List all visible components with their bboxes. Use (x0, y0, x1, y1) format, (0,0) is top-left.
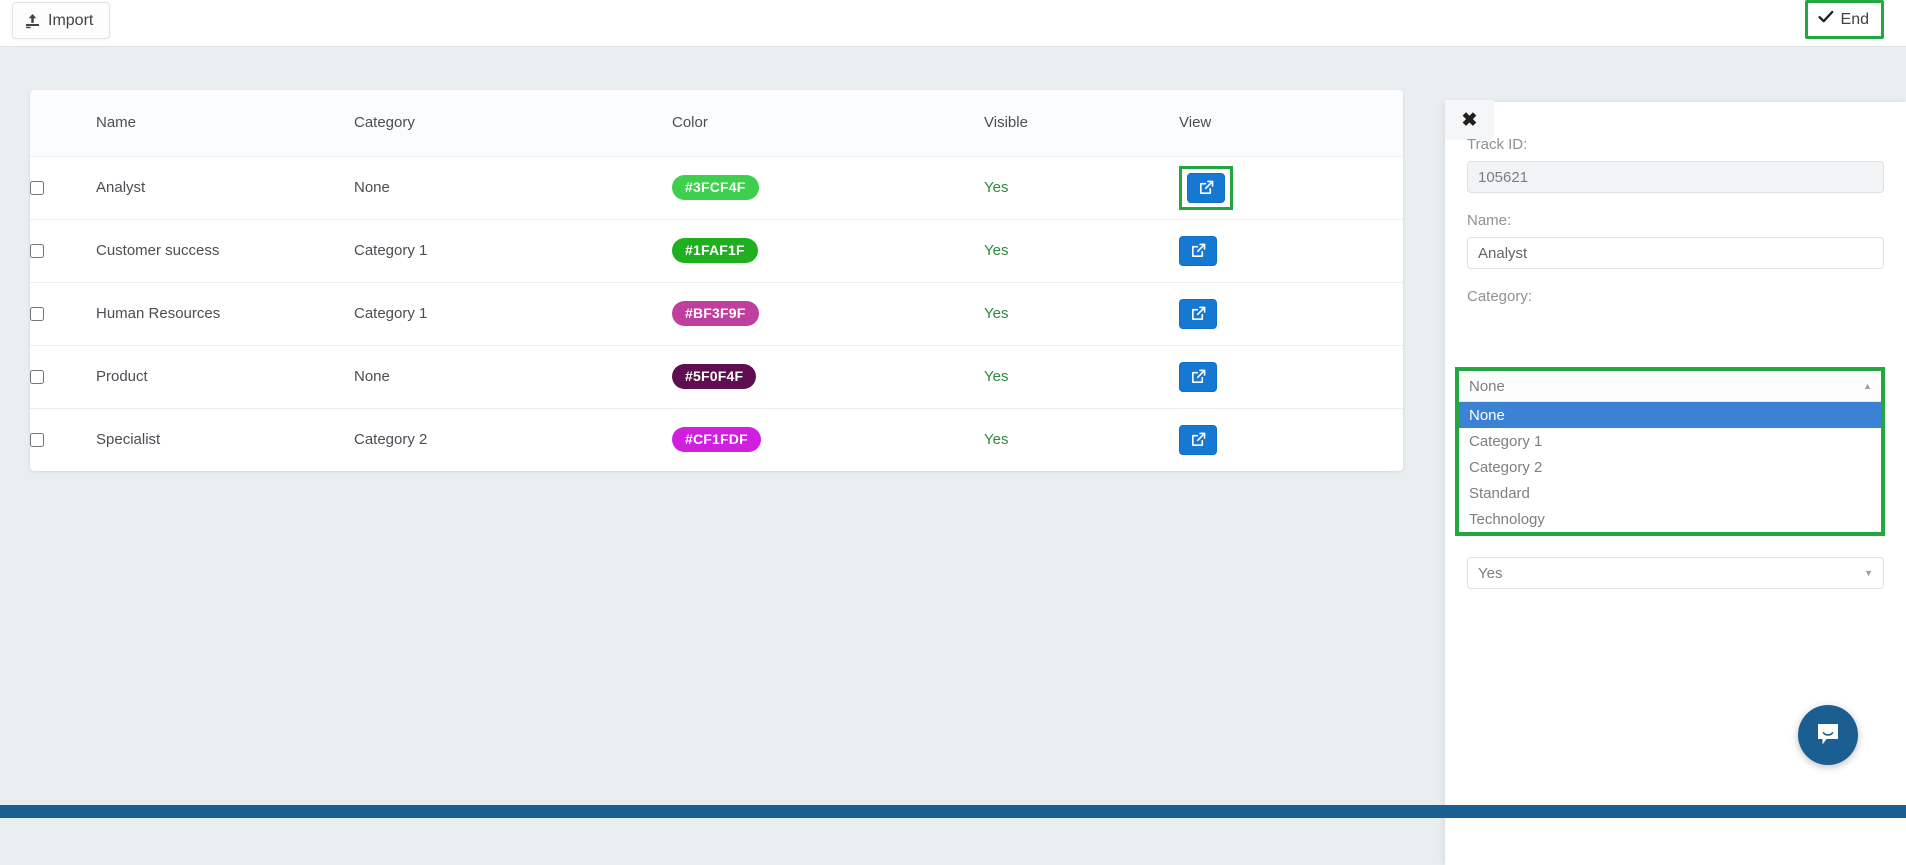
visible-value: Yes (984, 368, 1009, 385)
cell-visible: Yes (984, 345, 1179, 408)
chat-bubble-icon (1814, 720, 1842, 751)
row-select-checkbox[interactable] (30, 307, 44, 322)
cell-name: Specialist (96, 431, 161, 449)
top-toolbar: Import End (0, 0, 1906, 47)
color-badge: #CF1FDF (672, 427, 761, 453)
cell-view (1179, 282, 1403, 345)
color-badge: #1FAF1F (672, 238, 758, 263)
cell-visible: Yes (984, 156, 1179, 219)
chevron-down-icon: ▼ (1864, 568, 1873, 578)
main-content: Name Category Color Visible View Analyst… (0, 47, 1906, 865)
view-button[interactable] (1179, 361, 1217, 392)
visible-select[interactable]: Yes ▼ (1467, 557, 1884, 589)
category-option[interactable]: Standard (1459, 480, 1881, 506)
view-button[interactable] (1179, 235, 1217, 266)
row-select-checkbox[interactable] (30, 244, 44, 259)
cell-visible: Yes (984, 408, 1179, 471)
cell-name: Customer success (96, 242, 220, 259)
view-button-highlight (1179, 165, 1233, 210)
column-header-category: Category (354, 90, 672, 157)
cell-view (1179, 156, 1403, 219)
table-row: Human Resources Category 1 #BF3F9F Yes (30, 282, 1403, 345)
panel-form: Track ID: Name: Category: (1467, 136, 1884, 313)
end-button[interactable]: End (1807, 3, 1881, 36)
row-select-checkbox[interactable] (30, 181, 44, 196)
view-button[interactable] (1179, 424, 1217, 455)
upload-icon (25, 13, 40, 29)
table-row: Specialist Category 2 #CF1FDF Yes (30, 408, 1403, 471)
cell-visible: Yes (984, 282, 1179, 345)
name-field[interactable] (1467, 237, 1884, 269)
visible-value: Yes (984, 305, 1009, 322)
table-row: Product None #5F0F4F Yes (30, 345, 1403, 408)
visible-value: Yes (984, 179, 1009, 196)
cell-category: Category 1 (354, 305, 428, 322)
chat-launcher-button[interactable] (1798, 705, 1858, 765)
tracks-table: Name Category Color Visible View Analyst… (30, 90, 1403, 471)
column-header-select (30, 90, 96, 157)
column-header-name: Name (96, 90, 354, 157)
cell-view (1179, 219, 1403, 282)
cell-name: Analyst (96, 179, 146, 196)
category-option[interactable]: Category 2 (1459, 454, 1881, 480)
check-icon (1817, 10, 1834, 29)
table-row: Customer success Category 1 #1FAF1F Yes (30, 219, 1403, 282)
bottom-accent-bar (0, 805, 1906, 818)
view-button[interactable] (1179, 298, 1217, 329)
cell-category: Category 1 (354, 242, 428, 259)
color-badge: #3FCF4F (672, 175, 759, 200)
cell-color: #1FAF1F (672, 219, 984, 282)
view-button-wrap (1179, 298, 1217, 329)
table-header: Name Category Color Visible View (30, 90, 1403, 157)
end-button-highlight: End (1804, 0, 1884, 39)
close-icon[interactable]: ✖ (1445, 100, 1494, 140)
cell-color: #CF1FDF (672, 408, 984, 471)
view-button-wrap (1179, 361, 1217, 392)
category-label: Category: (1467, 288, 1533, 305)
tracks-table-card: Name Category Color Visible View Analyst… (30, 90, 1403, 471)
cell-name: Human Resources (96, 305, 221, 322)
visible-value: Yes (984, 242, 1009, 259)
view-button-wrap (1179, 424, 1217, 455)
category-option[interactable]: None (1459, 402, 1881, 428)
name-label: Name: (1467, 212, 1512, 229)
cell-color: #5F0F4F (672, 345, 984, 408)
visible-select-wrap: Yes ▼ (1467, 557, 1884, 589)
column-header-view: View (1179, 90, 1403, 157)
cell-category: Category 2 (354, 431, 428, 449)
column-header-color: Color (672, 90, 984, 157)
track-id-label: Track ID: (1467, 136, 1528, 153)
import-button[interactable]: Import (12, 2, 111, 39)
cell-color: #3FCF4F (672, 156, 984, 219)
table-body: Analyst None #3FCF4F Yes Customer success Cat… (30, 156, 1403, 471)
category-select[interactable]: None ▲ (1459, 371, 1881, 402)
category-option[interactable]: Category 1 (1459, 428, 1881, 454)
view-button-wrap (1179, 235, 1217, 266)
cell-view (1179, 408, 1403, 471)
row-select-checkbox[interactable] (30, 433, 44, 448)
category-option-list: None Category 1 Category 2 Standard Technolo… (1459, 402, 1881, 532)
end-button-label: End (1840, 10, 1869, 28)
import-button-label: Import (48, 11, 94, 29)
row-select-checkbox[interactable] (30, 370, 44, 385)
color-badge: #5F0F4F (672, 364, 757, 389)
cell-color: #BF3F9F (672, 282, 984, 345)
chevron-up-icon: ▲ (1863, 381, 1872, 391)
visible-value: Yes (984, 431, 1009, 449)
visible-select-value: Yes (1478, 564, 1503, 582)
cell-category: None (354, 368, 390, 385)
cell-name: Product (96, 368, 148, 385)
column-header-visible: Visible (984, 90, 1179, 157)
cell-view (1179, 345, 1403, 408)
table-header-row: Name Category Color Visible View (30, 90, 1403, 157)
table-row: Analyst None #3FCF4F Yes (30, 156, 1403, 219)
cell-visible: Yes (984, 219, 1179, 282)
view-button[interactable] (1187, 172, 1225, 203)
track-id-field[interactable] (1467, 161, 1884, 193)
category-dropdown-highlight: None ▲ None Category 1 Category 2 Standard T… (1455, 367, 1885, 536)
color-badge: #BF3F9F (672, 301, 759, 326)
cell-category: None (354, 179, 390, 196)
category-option[interactable]: Technology (1459, 506, 1881, 532)
category-select-value: None (1469, 377, 1505, 395)
